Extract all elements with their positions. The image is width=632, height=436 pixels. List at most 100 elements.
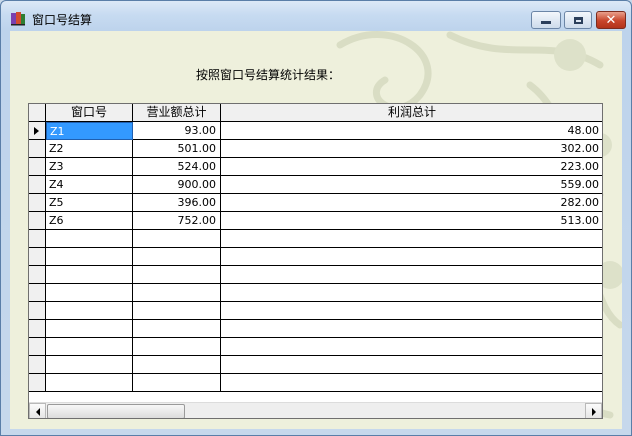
row-selector[interactable] — [29, 356, 46, 374]
cell-profit-total[interactable] — [221, 248, 602, 266]
cell-revenue-total[interactable]: 752.00 — [133, 212, 221, 230]
cell-window-no[interactable] — [46, 230, 133, 248]
title-bar[interactable]: 窗口号结算 ✕ — [1, 1, 631, 31]
cell-profit-total[interactable] — [221, 266, 602, 284]
cell-revenue-total[interactable] — [133, 356, 221, 374]
table-row[interactable] — [29, 338, 602, 356]
current-row-marker-icon — [34, 127, 39, 135]
cell-window-no[interactable]: Z2 — [46, 140, 133, 158]
table-row[interactable] — [29, 230, 602, 248]
cell-profit-total[interactable] — [221, 302, 602, 320]
data-grid[interactable]: 窗口号 营业额总计 利润总计 Z1 93.00 48.00 Z2 501.00 302.0… — [28, 103, 603, 419]
row-selector[interactable] — [29, 212, 46, 230]
cell-profit-total[interactable]: 559.00 — [221, 176, 602, 194]
cell-profit-total[interactable]: 223.00 — [221, 158, 602, 176]
table-row[interactable]: Z5 396.00 282.00 — [29, 194, 602, 212]
row-selector[interactable] — [29, 230, 46, 248]
cell-window-no[interactable] — [46, 338, 133, 356]
cell-profit-total[interactable]: 48.00 — [221, 122, 602, 140]
table-row[interactable]: Z4 900.00 559.00 — [29, 176, 602, 194]
table-row[interactable] — [29, 248, 602, 266]
cell-revenue-total[interactable] — [133, 284, 221, 302]
maximize-button[interactable] — [564, 11, 592, 29]
column-header-window-no[interactable]: 窗口号 — [46, 104, 133, 122]
row-selector[interactable] — [29, 176, 46, 194]
cell-window-no[interactable] — [46, 320, 133, 338]
cell-revenue-total[interactable]: 396.00 — [133, 194, 221, 212]
cell-profit-total[interactable]: 282.00 — [221, 194, 602, 212]
row-selector[interactable] — [29, 194, 46, 212]
horizontal-scrollbar[interactable] — [29, 402, 602, 418]
result-heading: 按照窗口号结算统计结果： — [196, 68, 341, 82]
cell-window-no[interactable]: Z4 — [46, 176, 133, 194]
cell-revenue-total[interactable]: 501.00 — [133, 140, 221, 158]
cell-revenue-total[interactable]: 900.00 — [133, 176, 221, 194]
cell-profit-total[interactable] — [221, 320, 602, 338]
row-selector[interactable] — [29, 320, 46, 338]
table-row[interactable] — [29, 284, 602, 302]
scroll-left-button[interactable] — [29, 403, 46, 418]
cell-revenue-total[interactable] — [133, 230, 221, 248]
cell-profit-total[interactable]: 302.00 — [221, 140, 602, 158]
cell-window-no[interactable] — [46, 248, 133, 266]
cell-profit-total[interactable]: 513.00 — [221, 212, 602, 230]
table-row[interactable]: Z3 524.00 223.00 — [29, 158, 602, 176]
cell-revenue-total[interactable] — [133, 338, 221, 356]
cell-revenue-total[interactable] — [133, 320, 221, 338]
cell-window-no[interactable]: Z6 — [46, 212, 133, 230]
table-row[interactable]: Z6 752.00 513.00 — [29, 212, 602, 230]
cell-window-no[interactable] — [46, 356, 133, 374]
cell-profit-total[interactable] — [221, 374, 602, 392]
row-selector[interactable] — [29, 140, 46, 158]
minimize-icon — [541, 21, 551, 24]
cell-profit-total[interactable] — [221, 356, 602, 374]
client-area: 按照窗口号结算统计结果： 窗口号 营业额总计 利润总计 Z1 93.00 48.00… — [10, 31, 622, 429]
cell-window-no[interactable]: Z5 — [46, 194, 133, 212]
cell-revenue-total[interactable] — [133, 302, 221, 320]
close-button[interactable]: ✕ — [596, 11, 626, 29]
cell-revenue-total[interactable] — [133, 374, 221, 392]
cell-revenue-total[interactable] — [133, 266, 221, 284]
row-selector[interactable] — [29, 158, 46, 176]
cell-window-no[interactable] — [46, 266, 133, 284]
grid-header-row: 窗口号 营业额总计 利润总计 — [29, 104, 602, 122]
maximize-icon — [573, 16, 583, 24]
row-selector[interactable] — [29, 248, 46, 266]
column-header-profit-total[interactable]: 利润总计 — [221, 104, 602, 122]
arrow-right-icon — [591, 407, 596, 416]
minimize-button[interactable] — [531, 11, 561, 29]
cell-revenue-total[interactable]: 93.00 — [133, 122, 221, 140]
table-row[interactable] — [29, 374, 602, 392]
scroll-right-button[interactable] — [585, 403, 602, 418]
column-header-revenue-total[interactable]: 营业额总计 — [133, 104, 221, 122]
table-row[interactable] — [29, 320, 602, 338]
table-row[interactable]: Z2 501.00 302.00 — [29, 140, 602, 158]
cell-profit-total[interactable] — [221, 338, 602, 356]
row-selector[interactable] — [29, 122, 46, 140]
row-selector[interactable] — [29, 266, 46, 284]
cell-window-no[interactable] — [46, 302, 133, 320]
row-selector[interactable] — [29, 374, 46, 392]
window: 窗口号结算 ✕ 按照窗口号结算统计结果： 窗口号 营业额总计 利润总计 Z1 9… — [0, 0, 632, 436]
window-title: 窗口号结算 — [32, 13, 93, 27]
header-corner — [29, 104, 46, 122]
cell-window-no[interactable]: Z3 — [46, 158, 133, 176]
row-selector[interactable] — [29, 338, 46, 356]
app-window-icon — [11, 12, 25, 26]
cell-profit-total[interactable] — [221, 284, 602, 302]
row-selector[interactable] — [29, 302, 46, 320]
cell-revenue-total[interactable]: 524.00 — [133, 158, 221, 176]
cell-window-no[interactable] — [46, 374, 133, 392]
scrollbar-thumb[interactable] — [47, 404, 185, 418]
table-row[interactable] — [29, 302, 602, 320]
arrow-left-icon — [35, 407, 40, 416]
cell-profit-total[interactable] — [221, 230, 602, 248]
cell-window-no[interactable]: Z1 — [46, 122, 133, 140]
cell-window-no[interactable] — [46, 284, 133, 302]
table-row[interactable] — [29, 356, 602, 374]
row-selector[interactable] — [29, 284, 46, 302]
close-icon: ✕ — [605, 12, 617, 28]
table-row[interactable]: Z1 93.00 48.00 — [29, 122, 602, 140]
table-row[interactable] — [29, 266, 602, 284]
cell-revenue-total[interactable] — [133, 248, 221, 266]
